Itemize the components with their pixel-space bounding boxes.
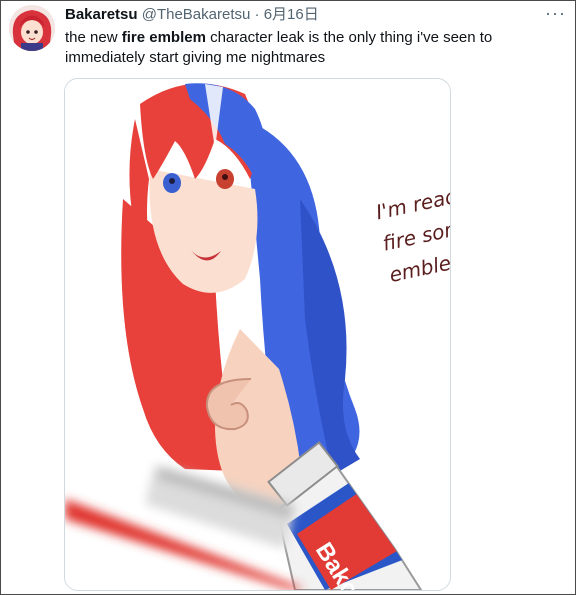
tweet-date[interactable]: 6月16日 <box>264 6 319 23</box>
avatar[interactable] <box>9 5 55 51</box>
separator-dot: · <box>254 6 260 23</box>
toothpaste-illustration: Bako <box>65 79 450 590</box>
tweet-text-bold[interactable]: fire emblem <box>122 29 206 46</box>
tweet-media-image[interactable]: Bako I'm ready to fire some emblems! <box>64 78 451 591</box>
tweet-card[interactable]: Bakaretsu @TheBakaretsu · 6月16日 ··· the … <box>0 0 576 595</box>
user-handle[interactable]: @TheBakaretsu <box>142 6 251 23</box>
avatar-image <box>9 5 55 51</box>
tweet-text-part: the new <box>65 29 122 46</box>
tweet-header: Bakaretsu @TheBakaretsu · 6月16日 <box>65 6 545 24</box>
more-options-icon[interactable]: ··· <box>545 4 566 22</box>
display-name[interactable]: Bakaretsu <box>65 6 138 23</box>
tweet-text: the new fire emblem character leak is th… <box>65 28 555 68</box>
